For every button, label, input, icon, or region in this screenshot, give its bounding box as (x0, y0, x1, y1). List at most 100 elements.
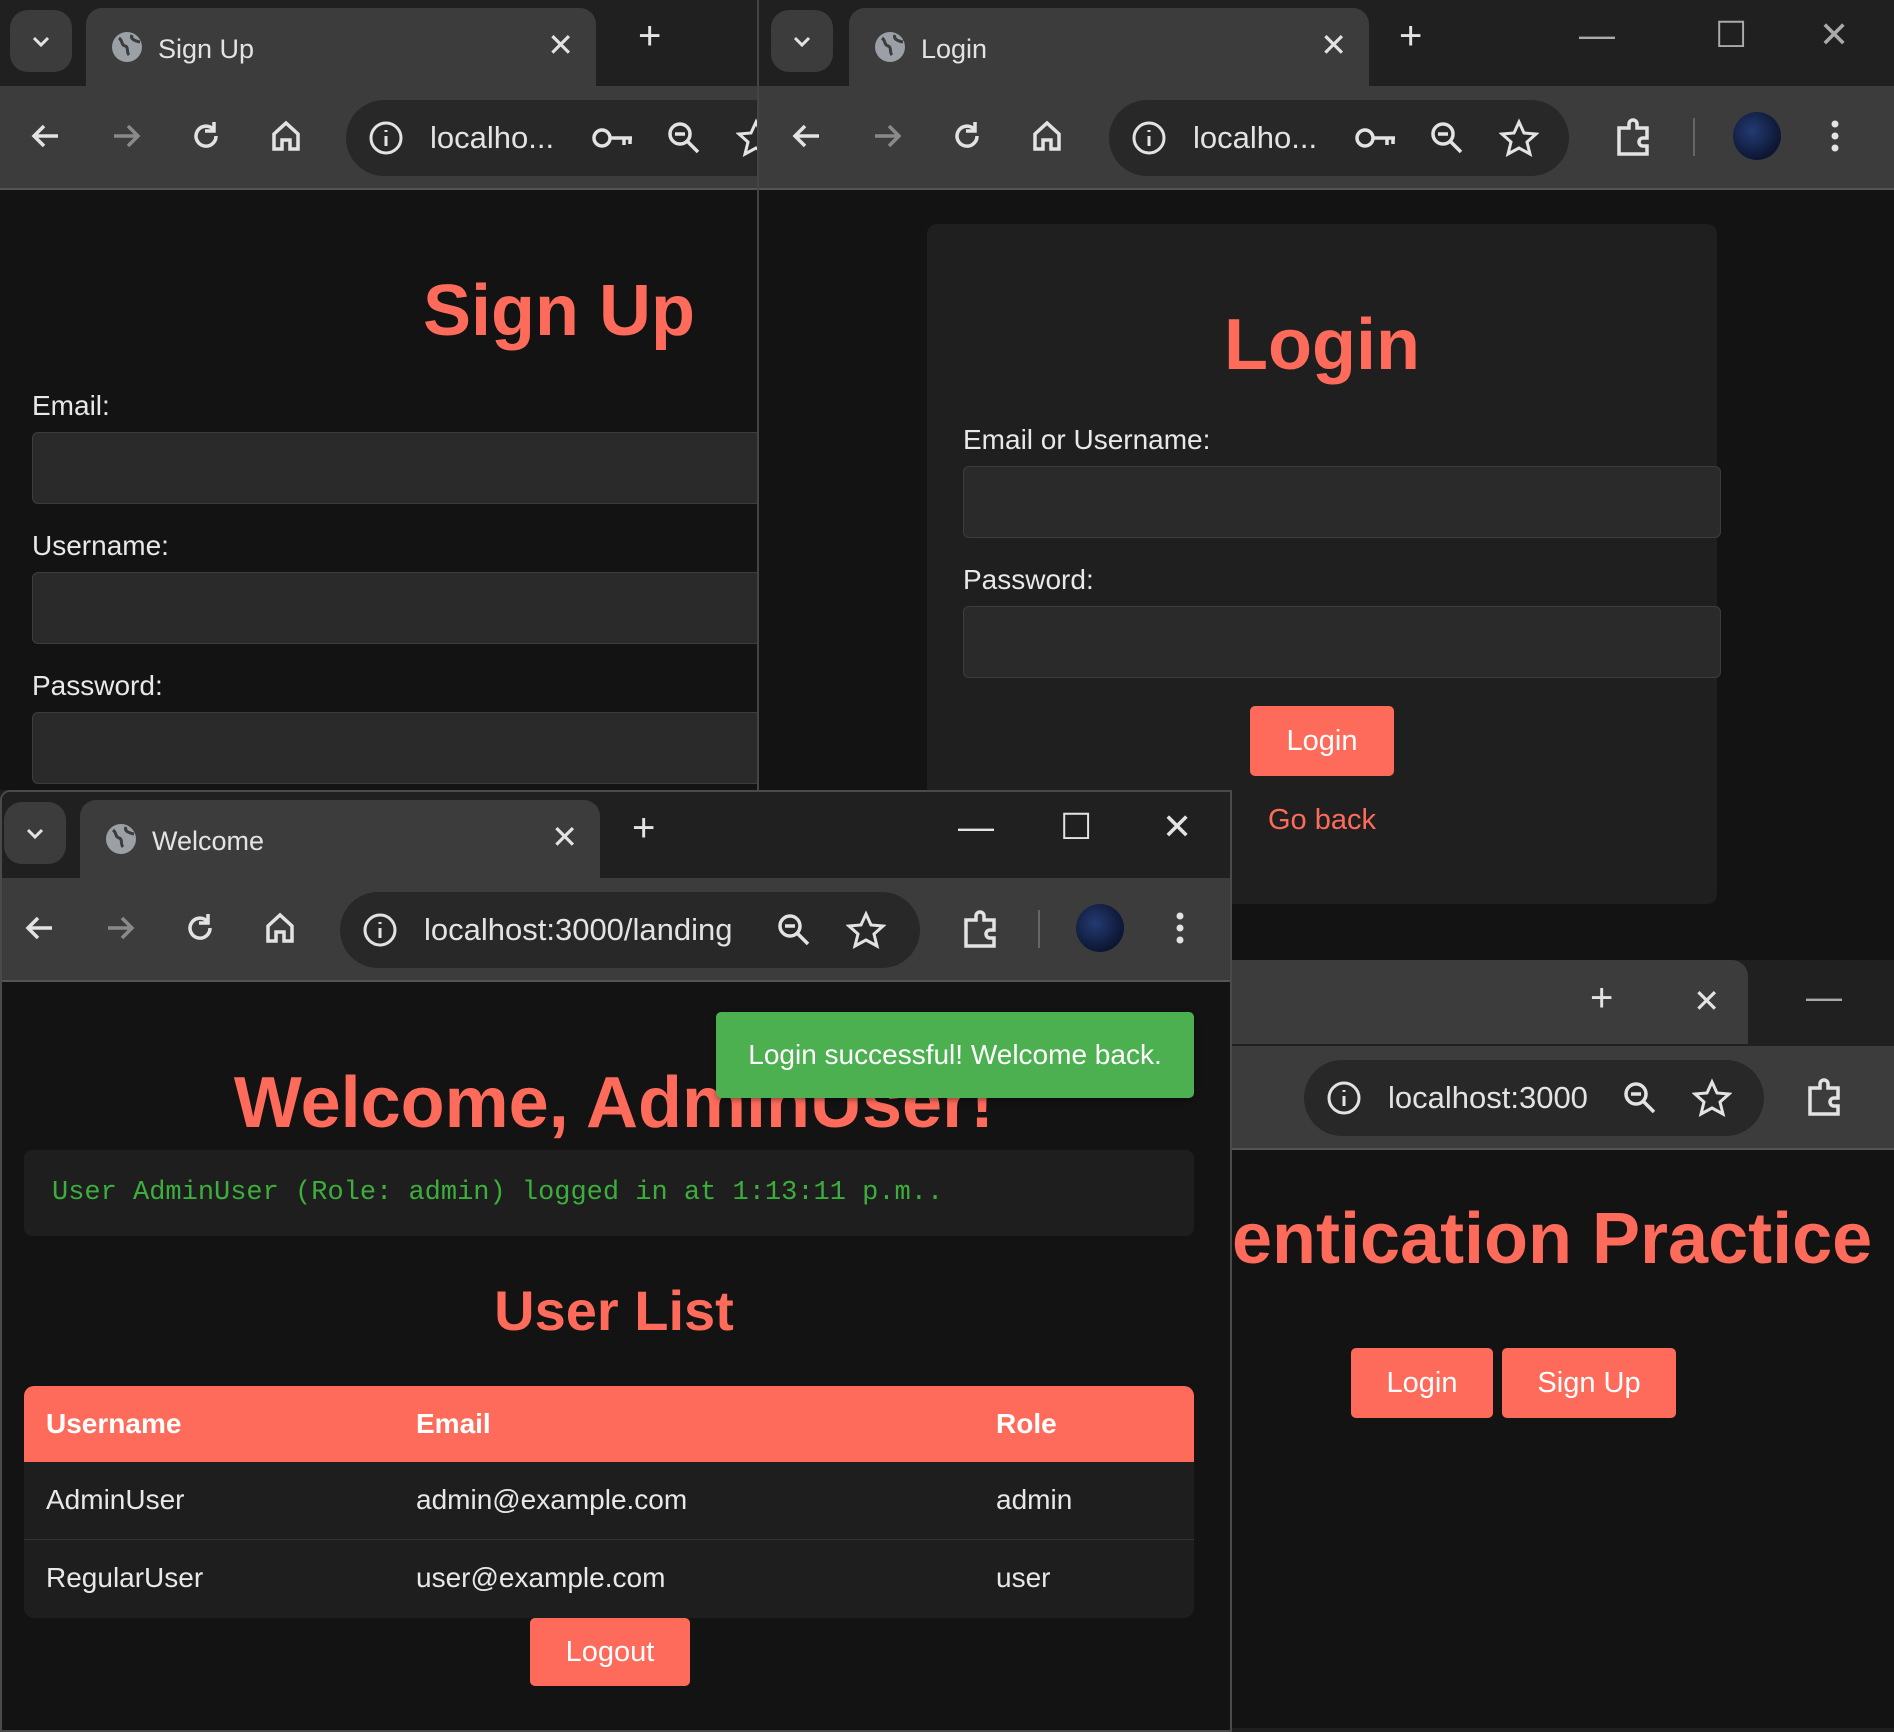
address-bar[interactable]: localho... (1109, 100, 1569, 176)
forward-arrow-icon[interactable] (865, 114, 909, 158)
chevron-down-icon (32, 36, 50, 48)
close-window-icon[interactable]: ✕ (1162, 806, 1192, 848)
zoom-icon[interactable] (774, 910, 814, 950)
table-row: RegularUser user@example.com user (24, 1540, 1194, 1618)
minimize-icon[interactable]: — (1579, 14, 1615, 56)
log-panel: User AdminUser (Role: admin) logged in a… (24, 1150, 1194, 1236)
info-icon[interactable] (366, 118, 406, 158)
close-icon[interactable]: ✕ (551, 818, 578, 856)
more-icon[interactable] (1813, 114, 1857, 158)
close-icon[interactable]: ✕ (1693, 982, 1720, 1020)
tab-welcome[interactable]: Welcome ✕ (80, 800, 600, 878)
info-icon[interactable] (1129, 118, 1169, 158)
toolbar: localho... (759, 86, 1894, 190)
star-icon[interactable] (846, 910, 886, 950)
close-icon[interactable]: ✕ (1320, 26, 1347, 64)
forward-arrow-icon[interactable] (104, 114, 148, 158)
home-window: ✕ + — localhost:3000 hentication Practic… (1188, 960, 1894, 1728)
close-window-icon[interactable]: ✕ (1819, 14, 1849, 56)
password-field[interactable] (32, 712, 757, 784)
password-label: Password: (963, 564, 1094, 595)
extensions-icon[interactable] (1802, 1074, 1846, 1118)
logout-button[interactable]: Logout (530, 1618, 690, 1686)
maximize-icon[interactable]: ☐ (1715, 14, 1747, 56)
star-icon[interactable] (736, 118, 757, 158)
table-header: Username Email Role (24, 1386, 1194, 1462)
column-header-username[interactable]: Username (46, 1408, 181, 1440)
address-bar[interactable]: localhost:3000/landing (340, 892, 920, 968)
login-button[interactable]: Login (1351, 1348, 1493, 1418)
toolbar: localhost:3000 (1188, 1046, 1894, 1150)
tab-search-button[interactable] (771, 10, 833, 72)
extensions-icon[interactable] (1611, 114, 1655, 158)
key-icon[interactable] (590, 118, 636, 158)
home-icon[interactable] (1025, 114, 1069, 158)
plus-icon[interactable]: + (632, 806, 655, 851)
tab-search-button[interactable] (10, 10, 72, 72)
page-title: Sign Up (423, 271, 695, 351)
key-icon[interactable] (1353, 118, 1399, 158)
url-text: localho... (1193, 120, 1318, 155)
email-field[interactable] (32, 432, 757, 504)
maximize-icon[interactable]: ☐ (1060, 806, 1092, 848)
tab-home[interactable]: ✕ (1188, 960, 1748, 1044)
star-icon[interactable] (1499, 118, 1539, 158)
close-icon[interactable]: ✕ (547, 26, 574, 64)
forward-arrow-icon[interactable] (98, 906, 142, 950)
email-label: Email: (32, 390, 110, 421)
plus-icon[interactable]: + (638, 14, 661, 59)
more-icon[interactable] (1158, 906, 1202, 950)
tab-strip: Sign Up ✕ + (0, 0, 757, 86)
welcome-window: Welcome ✕ + — ☐ ✕ localhost:3000/landing… (0, 790, 1232, 1732)
cell-email: admin@example.com (416, 1484, 688, 1515)
plus-icon[interactable]: + (1399, 14, 1422, 59)
cell-email: user@example.com (416, 1562, 666, 1593)
column-header-role[interactable]: Role (996, 1408, 1057, 1440)
username-field[interactable] (32, 572, 757, 644)
tab-signup[interactable]: Sign Up ✕ (86, 8, 596, 86)
minimize-icon[interactable]: — (958, 806, 994, 848)
login-button[interactable]: Login (1250, 706, 1394, 776)
column-header-email[interactable]: Email (416, 1408, 491, 1440)
user-list-heading: User List (494, 1279, 734, 1342)
reload-icon[interactable] (184, 114, 228, 158)
toolbar: localho... (0, 86, 757, 190)
url-text: localhost:3000 (1388, 1080, 1588, 1115)
address-bar[interactable]: localho... (346, 100, 757, 176)
toolbar-separator (1038, 910, 1040, 948)
home-page: hentication Practice Login Sign Up (1188, 1150, 1894, 1728)
reload-icon[interactable] (945, 114, 989, 158)
tab-strip: Login ✕ + — ☐ ✕ (759, 0, 1894, 86)
back-arrow-icon[interactable] (785, 114, 829, 158)
log-line: User AdminUser (Role: admin) logged in a… (52, 1178, 944, 1208)
password-field[interactable] (963, 606, 1721, 678)
minimize-icon[interactable]: — (1806, 976, 1842, 1018)
zoom-icon[interactable] (1620, 1078, 1660, 1118)
globe-icon (112, 32, 142, 62)
url-text: localho... (430, 120, 555, 155)
plus-icon[interactable]: + (1590, 976, 1613, 1021)
email-username-field[interactable] (963, 466, 1721, 538)
zoom-icon[interactable] (664, 118, 704, 158)
back-arrow-icon[interactable] (18, 906, 62, 950)
info-icon[interactable] (360, 910, 400, 950)
home-icon[interactable] (264, 114, 308, 158)
info-icon[interactable] (1324, 1078, 1364, 1118)
zoom-icon[interactable] (1427, 118, 1467, 158)
address-bar[interactable]: localhost:3000 (1304, 1060, 1764, 1136)
star-icon[interactable] (1692, 1078, 1732, 1118)
back-arrow-icon[interactable] (24, 114, 68, 158)
reload-icon[interactable] (178, 906, 222, 950)
page-title: Login (1224, 305, 1420, 385)
toolbar-separator (1693, 118, 1695, 156)
avatar[interactable] (1733, 112, 1781, 160)
tab-search-button[interactable] (4, 802, 66, 864)
extensions-icon[interactable] (958, 906, 1002, 950)
avatar[interactable] (1076, 904, 1124, 952)
signup-button[interactable]: Sign Up (1502, 1348, 1676, 1418)
tab-login[interactable]: Login ✕ (849, 8, 1369, 86)
signup-window: Sign Up ✕ + localho... Sign Up Email: Us… (0, 0, 757, 790)
cell-role: user (996, 1562, 1051, 1593)
tab-label: Sign Up (158, 34, 255, 64)
home-icon[interactable] (258, 906, 302, 950)
